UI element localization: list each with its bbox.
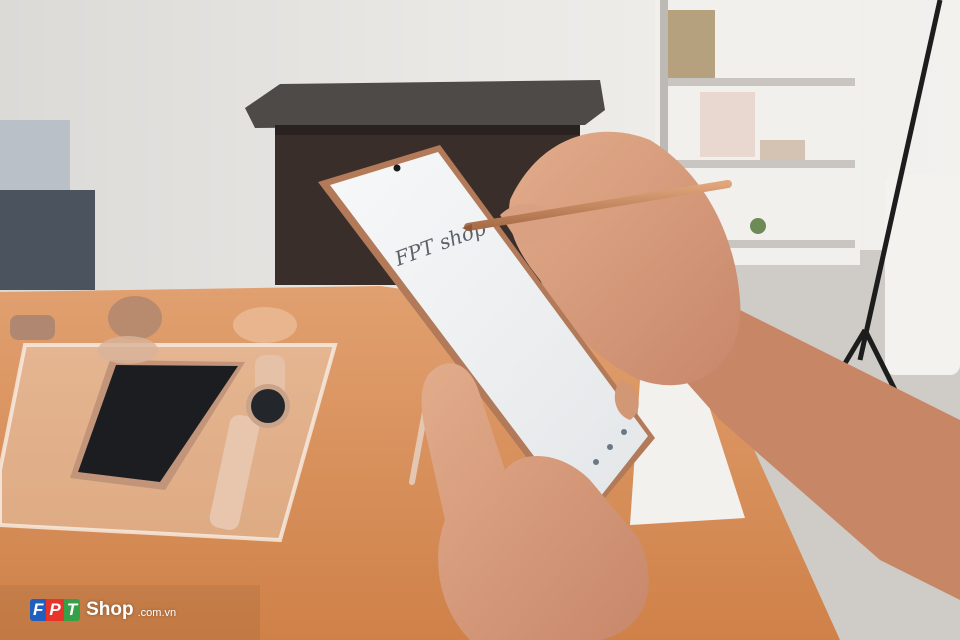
person-left-legs <box>0 190 95 290</box>
logo-letter-t: T <box>63 599 81 621</box>
fptshop-watermark: F P T Shop .com.vn <box>30 596 176 624</box>
wooden-pad <box>233 307 297 343</box>
logo-shop-text: Shop <box>86 599 134 620</box>
logo-domain-text: .com.vn <box>137 606 177 619</box>
logo-letter-p: P <box>46 599 64 621</box>
photo-scene: FPT shop <box>0 0 960 640</box>
logo-letter-f: F <box>30 599 47 621</box>
fpt-logo: F P T <box>30 599 81 621</box>
band-left <box>10 315 55 340</box>
